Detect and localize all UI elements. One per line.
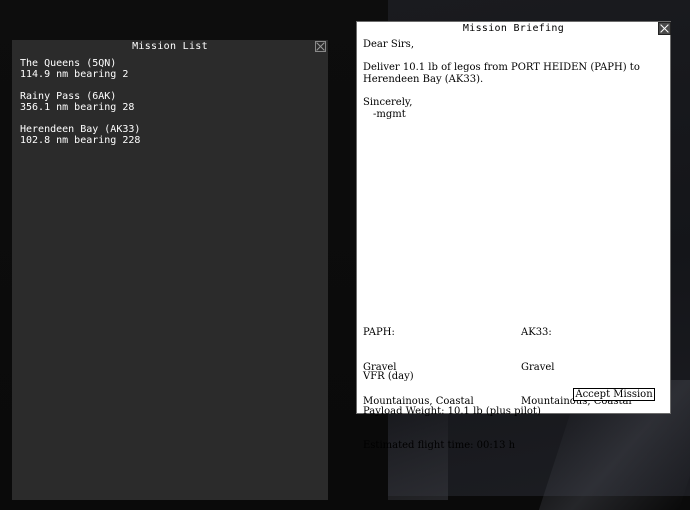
estimated-flight-time: Estimated flight time: 00:13 h bbox=[363, 440, 516, 451]
mission-list-window: Mission List The Queens (5QN) 114.9 nm b… bbox=[12, 40, 328, 500]
briefing-greeting: Dear Sirs, bbox=[363, 39, 414, 50]
briefing-body-line: Herendeen Bay (AK33). bbox=[363, 74, 484, 85]
mission-distance-bearing: 114.9 nm bearing 2 bbox=[20, 69, 129, 80]
mission-list-item[interactable]: The Queens (5QN) 114.9 nm bearing 2 bbox=[20, 58, 140, 80]
mission-destination-name: Herendeen Bay (AK33) bbox=[20, 124, 141, 135]
mission-list-item[interactable]: Herendeen Bay (AK33) 102.8 nm bearing 22… bbox=[20, 124, 140, 146]
briefing-body-line: Deliver 10.1 lb of legos from PORT HEIDE… bbox=[363, 62, 640, 73]
mission-distance-bearing: 102.8 nm bearing 228 bbox=[20, 135, 141, 146]
destination-airport-code: AK33: bbox=[521, 327, 552, 338]
flight-details: VFR (day) Payload Weight: 10.1 lb (plus … bbox=[363, 348, 541, 475]
mission-destination-name: The Queens (5QN) bbox=[20, 58, 117, 69]
mission-briefing-window: Mission Briefing Dear Sirs, Deliver 10.1… bbox=[356, 21, 671, 451]
origin-airport-code: PAPH: bbox=[363, 327, 395, 338]
briefing-closing: Sincerely, bbox=[363, 97, 413, 108]
flight-rules: VFR (day) bbox=[363, 371, 414, 382]
accept-mission-button[interactable]: Accept Mission bbox=[573, 388, 655, 401]
close-icon[interactable] bbox=[315, 41, 326, 52]
mission-distance-bearing: 356.1 nm bearing 28 bbox=[20, 102, 135, 113]
payload-weight: Payload Weight: 10.1 lb (plus pilot) bbox=[363, 405, 541, 417]
mission-list-items: The Queens (5QN) 114.9 nm bearing 2 Rain… bbox=[20, 58, 140, 157]
close-icon[interactable] bbox=[658, 22, 671, 35]
mission-list-title: Mission List bbox=[132, 41, 208, 52]
mission-destination-name: Rainy Pass (6AK) bbox=[20, 91, 117, 102]
briefing-signature: -mgmt bbox=[373, 109, 406, 120]
mission-briefing-title: Mission Briefing bbox=[462, 23, 565, 34]
mission-list-item[interactable]: Rainy Pass (6AK) 356.1 nm bearing 28 bbox=[20, 91, 140, 113]
